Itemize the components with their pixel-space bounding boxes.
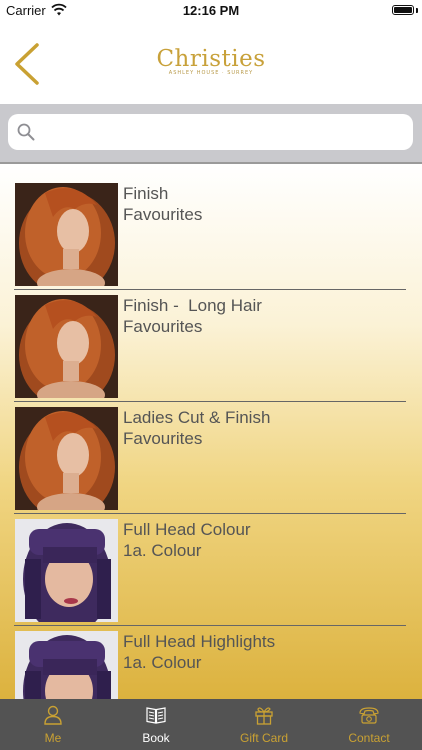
telephone-icon — [359, 707, 379, 724]
status-bar: Carrier 12:16 PM — [0, 0, 422, 22]
service-category: Favourites — [123, 317, 203, 336]
service-title: Full Head Colour — [123, 520, 251, 539]
service-item[interactable]: Finish - Long Hair Favourites — [14, 295, 406, 407]
logo-text: Christies — [156, 46, 266, 72]
brand-logo: Christies ASHLEY HOUSE · SURREY — [0, 46, 422, 76]
tab-label: Contact — [348, 731, 390, 745]
service-thumbnail — [15, 407, 118, 510]
service-thumbnail — [15, 631, 118, 699]
battery-icon — [392, 5, 414, 15]
book-icon — [146, 707, 166, 724]
tab-book[interactable]: Book — [103, 699, 209, 750]
service-title: Ladies Cut & Finish — [123, 408, 271, 427]
row-divider — [14, 401, 406, 402]
service-category: Favourites — [123, 429, 203, 448]
service-thumbnail — [15, 519, 118, 622]
service-item[interactable]: Full Head Highlights 1a. Colour — [14, 631, 406, 699]
service-title: Finish — [123, 184, 169, 203]
service-category: 1a. Colour — [123, 541, 202, 560]
service-thumbnail — [15, 183, 118, 286]
tab-label: Book — [142, 731, 170, 745]
service-item[interactable]: Full Head Colour 1a. Colour — [14, 519, 406, 631]
search-input[interactable] — [44, 114, 405, 152]
tab-me[interactable]: Me — [0, 699, 106, 750]
tab-contact[interactable]: Contact — [316, 699, 422, 750]
person-icon — [44, 705, 62, 725]
battery-tip — [416, 8, 418, 13]
tab-label: Gift Card — [239, 731, 288, 745]
tab-gift-card[interactable]: Gift Card — [211, 699, 317, 750]
tab-bar: Me Book Gift Card Contact — [0, 699, 422, 750]
nav-header: Christies ASHLEY HOUSE · SURREY — [0, 22, 422, 104]
service-category: 1a. Colour — [123, 653, 202, 672]
service-item[interactable]: Finish Favourites — [14, 183, 406, 295]
row-divider — [14, 289, 406, 290]
search-field[interactable] — [8, 114, 413, 152]
clock: 12:16 PM — [182, 3, 240, 18]
service-thumbnail — [15, 295, 118, 398]
service-category: Favourites — [123, 205, 203, 224]
service-list: Finish Favourites Finish - Long Hair Fav… — [0, 162, 422, 699]
service-title: Full Head Highlights — [123, 632, 276, 651]
row-divider — [14, 513, 406, 514]
search-bar — [0, 104, 422, 162]
gift-icon — [255, 707, 273, 725]
logo-subtext: ASHLEY HOUSE · SURREY — [168, 70, 254, 76]
tab-label: Me — [44, 731, 62, 745]
row-divider — [14, 625, 406, 626]
service-title: Finish - Long Hair — [123, 296, 262, 315]
search-icon — [17, 123, 35, 141]
service-item[interactable]: Ladies Cut & Finish Favourites — [14, 407, 406, 519]
